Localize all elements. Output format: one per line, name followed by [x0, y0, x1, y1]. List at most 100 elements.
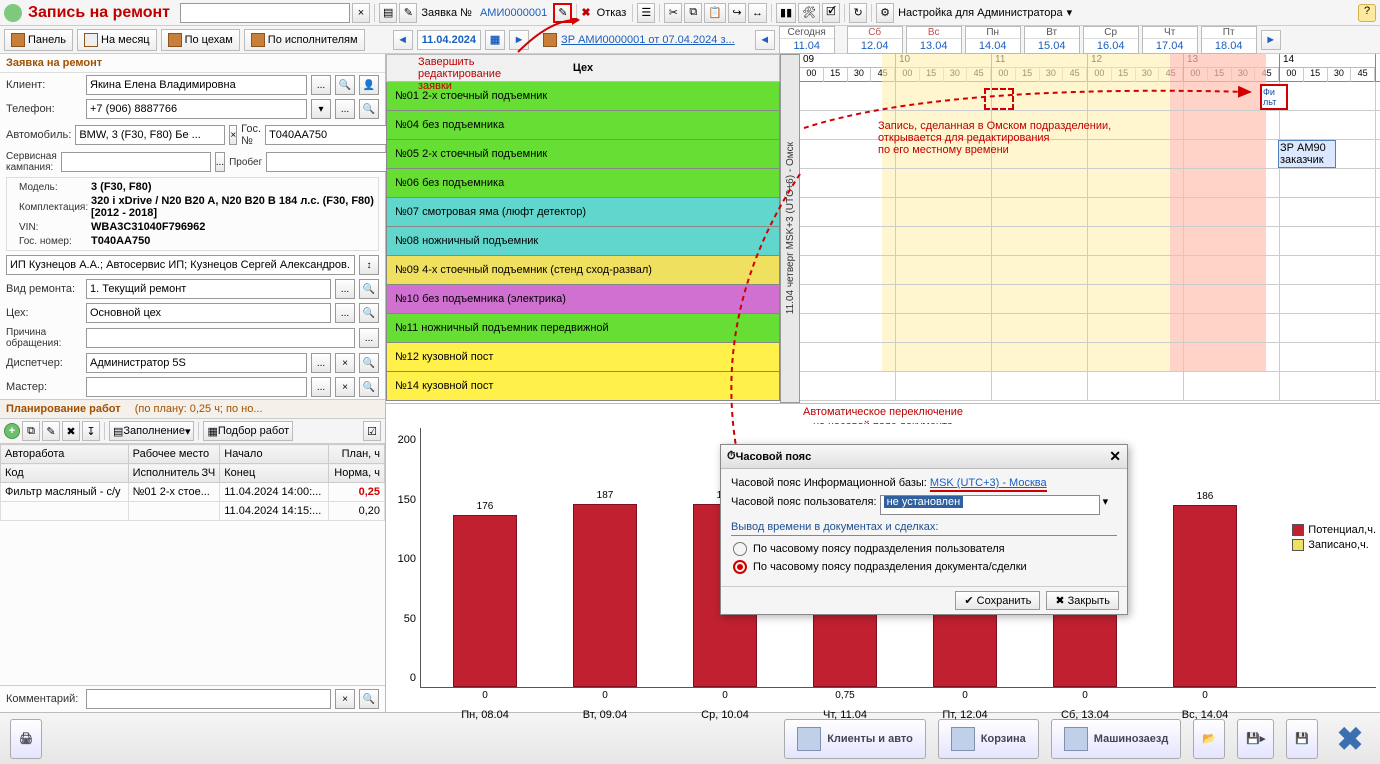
- clients-button[interactable]: Клиенты и авто: [784, 719, 926, 759]
- month-button[interactable]: На месяц: [77, 29, 157, 51]
- help-button[interactable]: ?: [1358, 4, 1376, 22]
- client-input[interactable]: [86, 75, 307, 95]
- tz-base-value[interactable]: MSK (UTC+3) - Москва: [930, 477, 1047, 492]
- week-next[interactable]: ►: [1261, 30, 1281, 50]
- client-pick[interactable]: ...: [311, 75, 331, 95]
- workshop-row[interactable]: №05 2-х стоечный подъемник: [386, 140, 780, 169]
- workshop-row[interactable]: №10 без подъемника (электрика): [386, 285, 780, 314]
- card-icon[interactable]: ▤: [379, 3, 397, 23]
- col-norm[interactable]: Норма, ч: [328, 464, 384, 483]
- sched-grid[interactable]: 0900153045100015304511001530451200153045…: [800, 54, 1380, 403]
- day-cell[interactable]: Сб12.04: [847, 26, 903, 54]
- tz-option-document[interactable]: По часовому поясу подразделения документ…: [733, 560, 1115, 574]
- date-next[interactable]: ►: [509, 30, 529, 50]
- doc-link[interactable]: ЗР АМИ0000001 от 07.04.2024 з...: [561, 34, 735, 46]
- date-cal[interactable]: ▦: [485, 30, 505, 50]
- col-start[interactable]: Начало: [220, 445, 329, 464]
- week-prev[interactable]: ◄: [755, 30, 775, 50]
- panel-button[interactable]: Панель: [4, 29, 73, 51]
- down-work[interactable]: ↧: [82, 421, 100, 441]
- edit-work[interactable]: ✎: [42, 421, 60, 441]
- save-close-button[interactable]: 💾: [1286, 719, 1318, 759]
- del-work[interactable]: ✖: [62, 421, 80, 441]
- main-date[interactable]: 11.04.2024: [417, 30, 481, 50]
- copy-icon[interactable]: ⧉: [684, 3, 702, 23]
- day-cell[interactable]: Пн14.04: [965, 26, 1021, 54]
- rtype-input[interactable]: [86, 279, 331, 299]
- date-prev[interactable]: ◄: [393, 30, 413, 50]
- col-plan[interactable]: План, ч: [328, 445, 384, 464]
- admin-settings-button[interactable]: Настройка для Администратора: [898, 7, 1063, 19]
- reason-input[interactable]: [86, 328, 355, 348]
- master-input[interactable]: [86, 377, 307, 397]
- drive-button[interactable]: Машинозаезд: [1051, 719, 1182, 759]
- check-icon[interactable]: 🗹: [822, 3, 840, 23]
- org-input[interactable]: [6, 255, 355, 275]
- request-number[interactable]: АМИ0000001: [480, 7, 547, 19]
- day-cell[interactable]: Чт17.04: [1142, 26, 1198, 54]
- phone-input[interactable]: [86, 99, 307, 119]
- dialog-close-button[interactable]: ✖ Закрыть: [1046, 591, 1119, 610]
- tools-icon[interactable]: 🛠: [798, 3, 820, 23]
- shop-input[interactable]: [86, 303, 331, 323]
- gear-icon[interactable]: ⚙: [876, 3, 894, 23]
- edit-icon[interactable]: ✎: [399, 3, 417, 23]
- workshop-row[interactable]: №07 смотровая яма (люфт детектор): [386, 198, 780, 227]
- request-dropdown[interactable]: [180, 3, 350, 23]
- tz-user-select[interactable]: не установлен: [880, 495, 1100, 515]
- move-icon[interactable]: ↪: [728, 3, 746, 23]
- col-place[interactable]: Рабочее место: [128, 445, 220, 464]
- paste-icon[interactable]: 📋: [704, 3, 726, 23]
- workshop-row[interactable]: №09 4-х стоечный подъемник (стенд сход-р…: [386, 256, 780, 285]
- close-button[interactable]: ✖: [1330, 719, 1370, 759]
- swap-icon[interactable]: ↔: [748, 3, 767, 23]
- save-button[interactable]: 💾▸: [1237, 719, 1274, 759]
- shops-button[interactable]: По цехам: [161, 29, 240, 51]
- dialog-close[interactable]: ✕: [1109, 448, 1121, 465]
- comment-open[interactable]: 🔍: [359, 689, 379, 709]
- fill-button[interactable]: ▤ Заполнение ▾: [109, 421, 194, 441]
- workshop-row[interactable]: №12 кузовной пост: [386, 343, 780, 372]
- add-work-button[interactable]: +: [4, 423, 20, 439]
- comment-input[interactable]: [86, 689, 331, 709]
- dialog-save-button[interactable]: ✔ Сохранить: [955, 591, 1040, 610]
- workshop-row[interactable]: №06 без подъемника: [386, 169, 780, 198]
- check-works[interactable]: ☑: [363, 421, 381, 441]
- day-cell[interactable]: Вт15.04: [1024, 26, 1080, 54]
- select-works-button[interactable]: ▦ Подбор работ: [203, 421, 293, 441]
- col-code[interactable]: Код: [1, 464, 129, 483]
- cut-icon[interactable]: ✂: [664, 3, 682, 23]
- workshop-row[interactable]: №11 ножничный подъемник передвижной: [386, 314, 780, 343]
- day-cell[interactable]: Вс13.04: [906, 26, 962, 54]
- list-icon[interactable]: ☰: [637, 3, 655, 23]
- table-row[interactable]: 11.04.2024 14:15:...0,20: [1, 502, 385, 521]
- today-cell[interactable]: Сегодня11.04: [779, 26, 835, 54]
- comment-clear[interactable]: ×: [335, 689, 355, 709]
- phone-pick[interactable]: ...: [335, 99, 355, 119]
- open-folder-button[interactable]: 📂: [1193, 719, 1225, 759]
- performers-button[interactable]: По исполнителям: [244, 29, 365, 51]
- appointment-block[interactable]: ЗР АМ90заказчик: [1278, 140, 1336, 168]
- phone-open[interactable]: 🔍: [359, 99, 379, 119]
- camp-input[interactable]: [61, 152, 211, 172]
- refuse-button[interactable]: Отказ: [597, 7, 627, 19]
- day-cell[interactable]: Пт18.04: [1201, 26, 1257, 54]
- client-open[interactable]: 🔍: [335, 75, 355, 95]
- filter-box[interactable]: Фи льт: [1260, 84, 1288, 110]
- table-row[interactable]: Фильтр масляный - с/у№01 2-х стое...11.0…: [1, 483, 385, 502]
- print-button[interactable]: 🖨: [10, 719, 42, 759]
- client-person[interactable]: 👤: [359, 75, 379, 95]
- finish-edit-button[interactable]: ✎: [553, 3, 572, 23]
- copy-work[interactable]: ⧉: [22, 421, 40, 441]
- workshop-row[interactable]: №04 без подъемника: [386, 111, 780, 140]
- refresh-icon[interactable]: ↻: [849, 3, 867, 23]
- cart-button[interactable]: Корзина: [938, 719, 1039, 759]
- day-cell[interactable]: Ср16.04: [1083, 26, 1139, 54]
- col-end[interactable]: Конец: [220, 464, 329, 483]
- tz-option-user[interactable]: По часовому поясу подразделения пользова…: [733, 542, 1115, 556]
- workshop-row[interactable]: №14 кузовной пост: [386, 372, 780, 401]
- car-input[interactable]: [75, 125, 225, 145]
- col-job[interactable]: Авторабота: [1, 445, 129, 464]
- phone-drop[interactable]: ▾: [311, 99, 331, 119]
- dropdown-clear[interactable]: ×: [352, 3, 370, 23]
